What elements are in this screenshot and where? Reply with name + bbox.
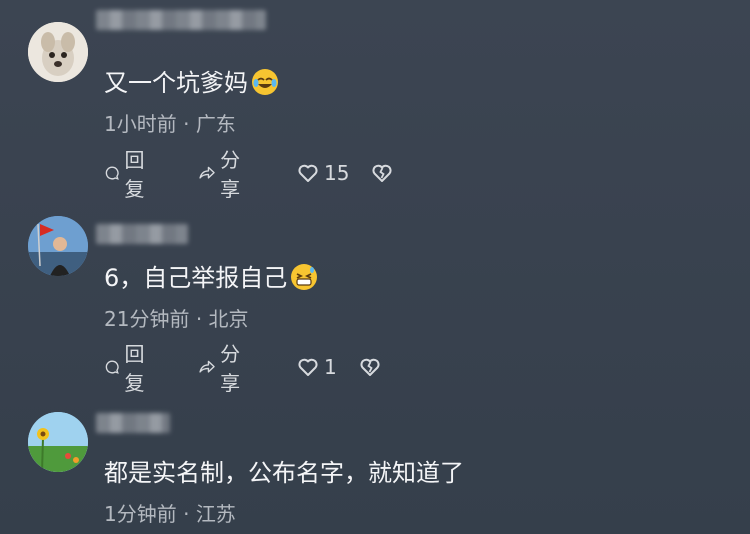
timestamp: 1小时前 — [104, 112, 177, 136]
broken-heart-icon — [360, 358, 380, 376]
timestamp: 1分钟前 — [104, 502, 177, 526]
like-count: 1 — [324, 355, 337, 379]
location: 北京 — [208, 307, 249, 331]
comment-meta: 1分钟前 · 江苏 — [104, 502, 236, 526]
comment-bubble-icon — [105, 166, 119, 180]
like-button[interactable]: 1 — [296, 354, 337, 380]
separator: · — [183, 502, 190, 526]
laughing-crying-emoji — [252, 69, 278, 95]
share-arrow-icon — [199, 166, 215, 179]
dislike-button[interactable] — [358, 354, 382, 380]
comment-text: 又一个坑爹妈 — [104, 68, 278, 98]
comment-text: 都是实名制，公布名字，就知道了 — [104, 459, 464, 487]
dislike-button[interactable] — [370, 160, 394, 186]
username-blurred — [96, 413, 170, 433]
comment-meta: 1小时前 · 广东 — [104, 112, 236, 136]
separator: · — [195, 307, 203, 331]
avatar[interactable] — [28, 216, 88, 276]
username-blurred — [96, 10, 266, 30]
username-blurred — [96, 224, 188, 244]
heart-icon — [298, 164, 318, 182]
avatar[interactable] — [28, 412, 88, 472]
location: 广东 — [195, 112, 236, 136]
comment-text: 6，自己举报自己 — [104, 263, 318, 293]
location: 江苏 — [195, 502, 236, 526]
comment-meta: 21分钟前 · 北京 — [104, 307, 249, 331]
separator: · — [183, 112, 190, 136]
like-count: 15 — [324, 161, 350, 185]
grinning-sweat-emoji — [291, 264, 318, 290]
share-button[interactable]: 分享 — [198, 342, 248, 395]
share-button[interactable]: 分享 — [198, 148, 248, 201]
avatar[interactable] — [28, 22, 88, 82]
like-button[interactable]: 15 — [296, 160, 349, 186]
timestamp: 21分钟前 — [104, 307, 190, 331]
reply-button[interactable]: 回复 — [104, 148, 152, 201]
heart-icon — [298, 358, 318, 376]
broken-heart-icon — [372, 164, 392, 182]
share-arrow-icon — [199, 360, 215, 373]
comment-bubble-icon — [105, 360, 119, 374]
reply-button[interactable]: 回复 — [104, 342, 152, 395]
